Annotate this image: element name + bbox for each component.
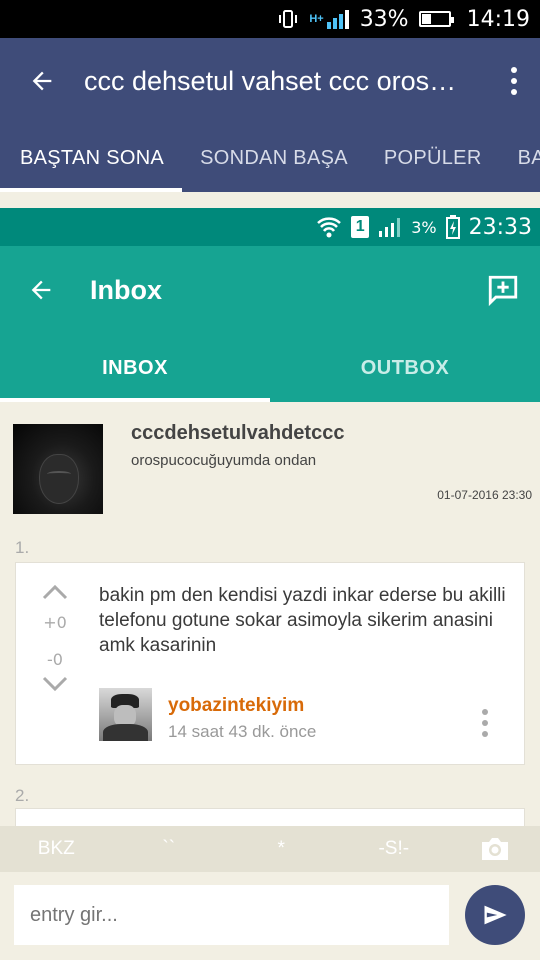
overflow-menu-button[interactable] xyxy=(488,38,540,124)
inbox-tabs: INBOX OUTBOX xyxy=(0,334,540,402)
charging-battery-icon xyxy=(445,215,460,239)
kebab-dot-icon xyxy=(482,720,488,726)
bkz-button[interactable]: BKZ xyxy=(0,838,113,860)
back-button[interactable] xyxy=(0,38,84,124)
kebab-dot-icon xyxy=(482,709,488,715)
app-bar: ccc dehsetul vahset ccc orospucocuğuyumd… xyxy=(0,38,540,124)
inbox-title: Inbox xyxy=(90,274,162,305)
vibrate-icon xyxy=(279,10,298,28)
mask-figure xyxy=(39,454,79,504)
overflow-dot-icon xyxy=(511,67,517,73)
inbox-app-bar: Inbox xyxy=(0,246,540,334)
inner-status-bar: 1 3% 23:33 xyxy=(0,208,540,246)
camera-icon xyxy=(482,838,508,860)
tab-populer[interactable]: POPÜLER xyxy=(366,124,500,192)
battery-percent: 33% xyxy=(359,6,409,32)
network-type: H+ xyxy=(309,13,324,25)
spoiler-button[interactable]: -S!- xyxy=(338,838,451,860)
overflow-dot-icon xyxy=(511,89,517,95)
header-username[interactable]: cccdehsetulvahdetccc xyxy=(131,422,344,445)
overflow-dot-icon xyxy=(511,78,517,84)
entry-text: bakin pm den kendisi yazdi inkar ederse … xyxy=(99,585,506,656)
composer xyxy=(0,872,540,960)
upvote-icon[interactable] xyxy=(42,583,68,601)
arrow-back-icon xyxy=(31,280,51,300)
entry-index: 2. xyxy=(15,786,30,805)
header-date: 01-07-2016 23:30 xyxy=(437,488,532,502)
sim-badge: 1 xyxy=(351,216,370,238)
signal-icon xyxy=(326,10,349,29)
author-avatar[interactable] xyxy=(99,688,152,741)
vote-column: +0 -0 xyxy=(40,583,70,693)
entry-card: +0 -0 bakin pm den kendisi yazdi inkar e… xyxy=(15,562,525,765)
wifi-icon xyxy=(317,217,342,238)
camera-button[interactable] xyxy=(450,835,540,863)
downvote-count: -0 xyxy=(47,650,63,669)
format-toolbar: BKZ `` * -S!- xyxy=(0,826,540,872)
tab-sondan-basa[interactable]: SONDAN BAŞA xyxy=(182,124,366,192)
tab-bas[interactable]: BAŞ xyxy=(500,124,540,192)
kebab-dot-icon xyxy=(482,731,488,737)
inner-signal-icon xyxy=(379,218,401,237)
entry-index: 1. xyxy=(15,538,30,557)
topic-title: ccc dehsetul vahset ccc orospucocuğuyumd… xyxy=(84,65,488,96)
tab-inbox[interactable]: INBOX xyxy=(0,334,270,402)
arrow-back-icon xyxy=(32,71,52,91)
inner-status-time: 23:33 xyxy=(468,214,532,240)
inbox-back-button[interactable] xyxy=(0,276,82,304)
sort-tabs: BAŞTAN SONA SONDAN BAŞA POPÜLER BAŞ xyxy=(0,124,540,192)
backtick-button[interactable]: `` xyxy=(113,838,226,860)
entry-menu-button[interactable] xyxy=(482,709,488,737)
downvote-icon[interactable] xyxy=(42,675,68,693)
status-time: 14:19 xyxy=(466,6,530,32)
tab-bastan-sona[interactable]: BAŞTAN SONA xyxy=(0,124,183,192)
tab-outbox[interactable]: OUTBOX xyxy=(270,334,540,402)
star-button[interactable]: * xyxy=(225,838,338,860)
inner-battery-percent: 3% xyxy=(411,217,437,237)
status-bar: H+ 33% 14:19 xyxy=(0,0,540,38)
entry-header: cccdehsetulvahdetccc orospucocuğuyumda o… xyxy=(0,404,540,532)
user-avatar[interactable] xyxy=(13,424,103,514)
compose-message-icon xyxy=(488,275,518,307)
entry-input[interactable] xyxy=(14,885,449,945)
send-icon xyxy=(484,905,507,925)
battery-icon xyxy=(418,11,454,27)
compose-message-button[interactable] xyxy=(466,273,540,307)
entry-author[interactable]: yobazintekiyim xyxy=(168,695,304,717)
upvote-count: +0 xyxy=(43,613,67,632)
header-subtitle: orospucocuğuyumda ondan xyxy=(131,452,317,469)
send-button[interactable] xyxy=(465,885,525,945)
avatar-coat xyxy=(103,724,148,741)
entry-time: 14 saat 43 dk. önce xyxy=(168,722,317,741)
